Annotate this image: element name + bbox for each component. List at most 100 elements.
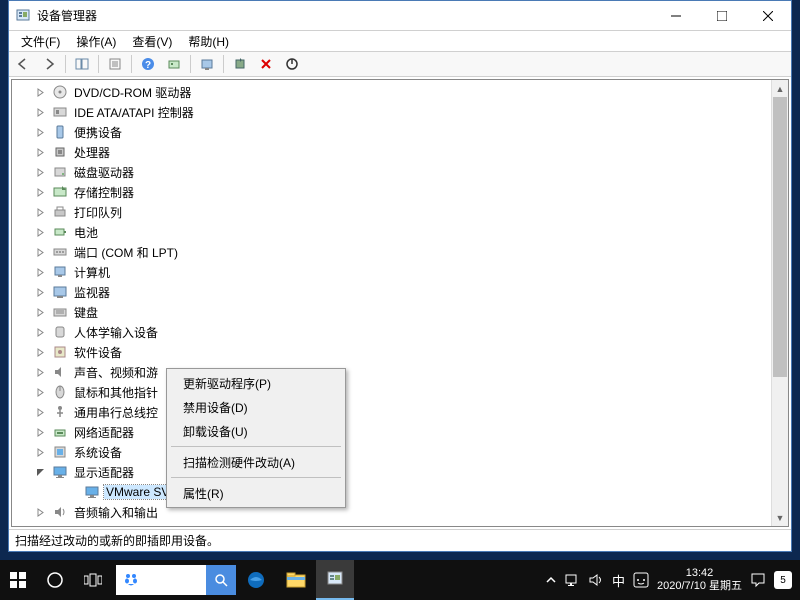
- taskbar-device-manager[interactable]: [316, 560, 354, 600]
- device-tree[interactable]: DVD/CD-ROM 驱动器 IDE ATA/ATAPI 控制器便携设备处理器磁盘…: [12, 80, 788, 524]
- properties-button[interactable]: [103, 53, 127, 75]
- menu-file[interactable]: 文件(F): [13, 31, 68, 52]
- tree-item[interactable]: 人体学输入设备: [12, 322, 788, 342]
- cortana-button[interactable]: [36, 560, 74, 600]
- tree-item[interactable]: 键盘: [12, 302, 788, 322]
- chevron-icon[interactable]: [34, 428, 46, 437]
- ime-mode-icon[interactable]: [633, 572, 649, 588]
- maximize-button[interactable]: [699, 1, 745, 31]
- task-view-button[interactable]: [74, 560, 112, 600]
- chevron-icon[interactable]: [34, 408, 46, 417]
- tree-item[interactable]: 处理器: [12, 142, 788, 162]
- show-hide-tree-button[interactable]: [70, 53, 94, 75]
- tree-child-item[interactable]: VMware SVGA 3D: [12, 482, 788, 502]
- ctx-disable-device[interactable]: 禁用设备(D): [169, 395, 343, 419]
- tree-item[interactable]: 网络适配器: [12, 422, 788, 442]
- tree-item[interactable]: 通用串行总线控: [12, 402, 788, 422]
- device-icon: [52, 304, 68, 320]
- chevron-icon[interactable]: [34, 148, 46, 157]
- chevron-icon[interactable]: [34, 388, 46, 397]
- chevron-icon[interactable]: [34, 348, 46, 357]
- svg-text:?: ?: [145, 60, 151, 71]
- ctx-update-driver[interactable]: 更新驱动程序(P): [169, 371, 343, 395]
- taskbar-edge[interactable]: [236, 560, 276, 600]
- scroll-down-button[interactable]: ▼: [772, 509, 788, 526]
- notification-badge[interactable]: 5: [774, 571, 792, 589]
- scan-hardware-button[interactable]: [162, 53, 186, 75]
- tree-item-label: 监视器: [72, 284, 112, 301]
- ctx-uninstall-device[interactable]: 卸载设备(U): [169, 419, 343, 443]
- chevron-icon[interactable]: [34, 128, 46, 137]
- tree-item[interactable]: 磁盘驱动器: [12, 162, 788, 182]
- enable-device-button[interactable]: [280, 53, 304, 75]
- help-button[interactable]: ?: [136, 53, 160, 75]
- device-icon: [52, 104, 68, 120]
- chevron-icon[interactable]: [34, 228, 46, 237]
- tree-item[interactable]: DVD/CD-ROM 驱动器: [12, 82, 788, 102]
- chevron-icon[interactable]: [34, 448, 46, 457]
- start-button[interactable]: [0, 560, 36, 600]
- tree-item-label: 打印队列: [72, 204, 124, 221]
- vertical-scrollbar[interactable]: ▲ ▼: [771, 80, 788, 526]
- chevron-icon[interactable]: [34, 468, 46, 477]
- action-center-icon[interactable]: [750, 572, 766, 588]
- chevron-icon[interactable]: [34, 508, 46, 517]
- chevron-icon[interactable]: [34, 168, 46, 177]
- back-button[interactable]: [11, 53, 35, 75]
- forward-button[interactable]: [37, 53, 61, 75]
- tree-item[interactable]: 鼠标和其他指针: [12, 382, 788, 402]
- tree-item[interactable]: 端口 (COM 和 LPT): [12, 242, 788, 262]
- tree-item[interactable]: 监视器: [12, 282, 788, 302]
- ctx-scan-hardware[interactable]: 扫描检测硬件改动(A): [169, 450, 343, 474]
- uninstall-device-button[interactable]: [228, 53, 252, 75]
- tree-item[interactable]: 电池: [12, 222, 788, 242]
- chevron-icon[interactable]: [34, 188, 46, 197]
- taskbar-explorer[interactable]: [276, 560, 316, 600]
- chevron-icon[interactable]: [34, 328, 46, 337]
- update-driver-button[interactable]: [195, 53, 219, 75]
- ime-indicator[interactable]: 中: [612, 571, 625, 590]
- clock[interactable]: 13:42 2020/7/10 星期五: [657, 567, 742, 593]
- chevron-icon[interactable]: [34, 308, 46, 317]
- menu-action[interactable]: 操作(A): [68, 31, 124, 52]
- chevron-icon[interactable]: [34, 88, 46, 97]
- tree-item[interactable]: 便携设备: [12, 122, 788, 142]
- tree-item[interactable]: 计算机: [12, 262, 788, 282]
- ctx-properties[interactable]: 属性(R): [169, 481, 343, 505]
- device-icon: [52, 244, 68, 260]
- network-icon[interactable]: [564, 573, 580, 587]
- taskbar: 中 13:42 2020/7/10 星期五 5: [0, 560, 800, 600]
- search-submit-button[interactable]: [206, 565, 236, 595]
- context-menu: 更新驱动程序(P) 禁用设备(D) 卸载设备(U) 扫描检测硬件改动(A) 属性…: [166, 368, 346, 508]
- tree-item[interactable]: 声音、视频和游: [12, 362, 788, 382]
- volume-icon[interactable]: [588, 573, 604, 587]
- chevron-icon[interactable]: [34, 108, 46, 117]
- scroll-up-button[interactable]: ▲: [772, 80, 788, 97]
- chevron-icon[interactable]: [34, 208, 46, 217]
- tree-item[interactable]: 音频输入和输出: [12, 502, 788, 522]
- tree-item[interactable]: 软件设备: [12, 342, 788, 362]
- tree-item-label: 键盘: [72, 304, 100, 321]
- search-box[interactable]: [116, 565, 236, 595]
- chevron-icon[interactable]: [34, 268, 46, 277]
- scroll-thumb[interactable]: [773, 97, 787, 377]
- close-button[interactable]: [745, 1, 791, 31]
- tree-item-label: IDE ATA/ATAPI 控制器: [72, 104, 196, 121]
- tree-item[interactable]: 系统设备: [12, 442, 788, 462]
- minimize-button[interactable]: [653, 1, 699, 31]
- tree-item[interactable]: 打印队列: [12, 202, 788, 222]
- tree-item[interactable]: 显示适配器: [12, 462, 788, 482]
- tree-item-label: 人体学输入设备: [72, 324, 160, 341]
- chevron-icon[interactable]: [34, 248, 46, 257]
- tree-item[interactable]: IDE ATA/ATAPI 控制器: [12, 102, 788, 122]
- tree-item-label: 便携设备: [72, 124, 124, 141]
- chevron-icon[interactable]: [34, 288, 46, 297]
- device-icon: [52, 424, 68, 440]
- menu-view[interactable]: 查看(V): [124, 31, 180, 52]
- chevron-icon[interactable]: [34, 368, 46, 377]
- menu-help[interactable]: 帮助(H): [180, 31, 237, 52]
- tree-item-label: 网络适配器: [72, 424, 136, 441]
- tray-overflow-icon[interactable]: [546, 575, 556, 585]
- disable-device-button[interactable]: [254, 53, 278, 75]
- tree-item[interactable]: 存储控制器: [12, 182, 788, 202]
